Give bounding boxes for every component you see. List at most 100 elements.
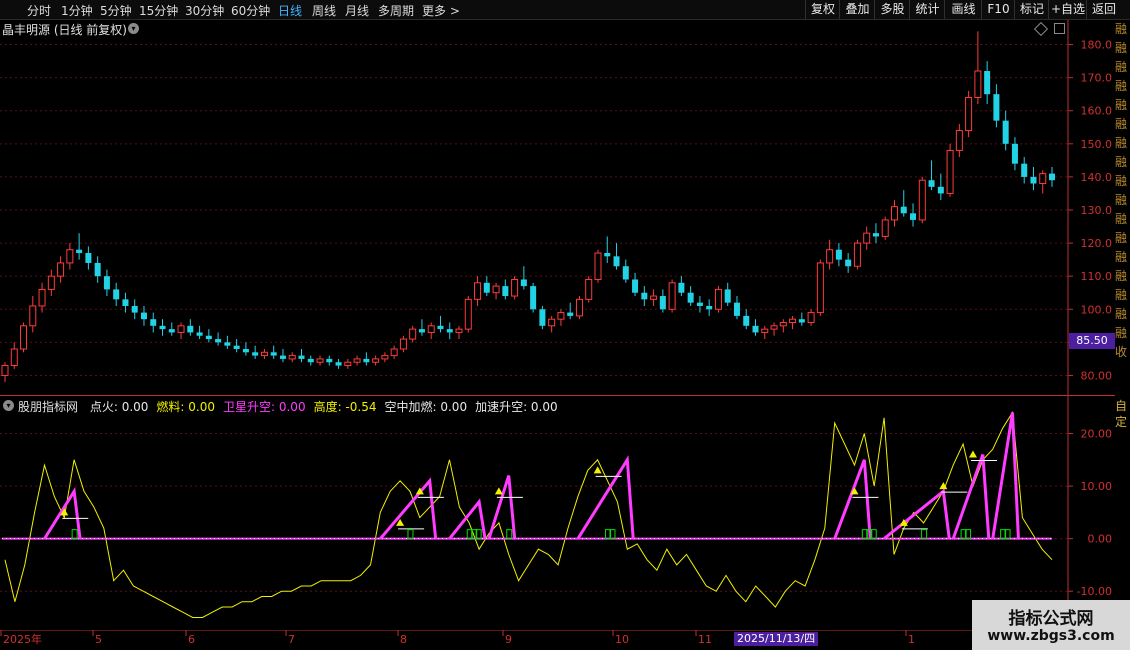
candle-body	[706, 305, 713, 310]
side-char: 融	[1115, 212, 1128, 226]
candle-body	[168, 329, 175, 333]
toolbar-button-4[interactable]: 画线	[944, 0, 982, 19]
top-toolbar: 分时 1分钟 5分钟 15分钟 30分钟 60分钟 日线 周线 月线 多周期 更多 > 复权 叠加 多股统…	[0, 0, 1130, 20]
candle-body	[816, 262, 824, 314]
period-tab-7[interactable]: 周线	[312, 2, 336, 19]
price-tick-label: 150.0	[1081, 138, 1113, 151]
price-tick-label: 80.00	[1081, 369, 1113, 382]
candle-body	[196, 332, 203, 336]
candle-body	[993, 94, 1000, 121]
indicator-tick-label: 10.00	[1081, 480, 1113, 493]
toolbar-button-5[interactable]: F10	[981, 0, 1015, 19]
candle-body	[826, 249, 834, 264]
side-char: 融	[1115, 231, 1128, 245]
side-char: 融	[1115, 136, 1128, 150]
launch-segment	[576, 455, 635, 540]
period-tab-8[interactable]: 月线	[345, 2, 369, 19]
period-tab-4[interactable]: 30分钟	[185, 2, 224, 19]
toolbar-button-1[interactable]: 叠加	[839, 0, 875, 19]
candle-body	[770, 325, 778, 330]
fuel-box	[506, 529, 513, 540]
candle-body	[632, 279, 639, 293]
candle-body	[483, 282, 490, 293]
candle-body	[252, 352, 259, 356]
candle-body	[10, 348, 18, 367]
toolbar-button-2[interactable]: 多股	[874, 0, 910, 19]
candle-body	[140, 312, 147, 320]
candle-body	[585, 278, 593, 300]
candle-body	[29, 305, 37, 327]
candle-body	[1049, 173, 1055, 181]
launch-segment	[991, 412, 1020, 539]
main-price-chart[interactable]: 180.0 170.0 160.0 150.0 140.0 130.0 120.0 110.0…	[0, 20, 1115, 396]
candle-body	[502, 286, 509, 297]
warning-triangle-icon	[494, 487, 503, 495]
candle-body	[316, 358, 324, 363]
period-tab-1[interactable]: 1分钟	[61, 2, 93, 19]
toolbar-button-6[interactable]: 标记	[1014, 0, 1049, 19]
period-tab-5[interactable]: 60分钟	[231, 2, 270, 19]
candle-body	[418, 329, 425, 333]
candle-body	[789, 318, 797, 324]
fuel-box	[921, 529, 928, 540]
price-tick-label: 160.0	[1081, 105, 1113, 118]
candle-body	[604, 253, 611, 257]
candle-body	[103, 276, 110, 290]
side-strip-bottom: 自定	[1115, 398, 1130, 428]
highlight-date-tag: 2025/11/13/四	[734, 632, 819, 646]
candle-body	[307, 358, 314, 363]
candle-body	[464, 298, 472, 330]
indicator-tick-label: -10.00	[1077, 585, 1112, 598]
candle-body	[520, 279, 527, 287]
candle-body	[613, 256, 620, 267]
price-tick-label: 110.0	[1081, 270, 1113, 283]
candle-body	[205, 335, 212, 340]
candle-body	[344, 361, 352, 367]
side-char: 融	[1115, 174, 1128, 188]
candle-body	[650, 295, 658, 300]
toolbar-button-8[interactable]: 返回	[1086, 0, 1121, 19]
candle-body	[233, 345, 240, 349]
period-tab-3[interactable]: 15分钟	[139, 2, 178, 19]
candle-body	[150, 319, 157, 326]
candle-body	[984, 71, 991, 95]
candle-body	[363, 358, 370, 363]
candle-body	[567, 312, 574, 316]
candle-body	[85, 253, 92, 263]
indicator-chart[interactable]: 20.00 10.00 0.00 -10.00	[0, 396, 1115, 630]
period-tab-2[interactable]: 5分钟	[100, 2, 132, 19]
watermark-title: 指标公式网	[1008, 609, 1094, 629]
time-tick-label: 1	[908, 633, 915, 646]
candle-body	[437, 325, 444, 330]
warning-triangle-icon	[593, 466, 602, 474]
side-char: 收	[1115, 345, 1128, 359]
toolbar-button-0[interactable]: 复权	[805, 0, 840, 19]
candle-body	[530, 286, 537, 310]
toolbar-button-7[interactable]: +自选	[1048, 0, 1087, 19]
period-tab-0[interactable]: 分时	[27, 2, 51, 19]
candle-body	[752, 325, 759, 333]
indicator-tick-label: 20.00	[1081, 428, 1113, 441]
candle-body	[539, 309, 546, 326]
candle-body	[557, 312, 565, 320]
candle-body	[47, 275, 55, 290]
fuel-box	[407, 529, 414, 540]
toolbar-button-3[interactable]: 统计	[909, 0, 945, 19]
time-tick-label: 9	[505, 633, 512, 646]
candle-body	[353, 358, 361, 363]
side-char: 融	[1115, 250, 1128, 264]
site-watermark: 指标公式网 www.zbgs3.com	[972, 600, 1130, 650]
candle-body	[724, 289, 731, 303]
candle-body	[946, 149, 954, 194]
period-tab-6[interactable]: 日线	[278, 2, 302, 19]
candle-body	[668, 282, 676, 310]
period-tab-10[interactable]: 更多 >	[422, 2, 460, 19]
candle-body	[372, 358, 380, 363]
side-char: 融	[1115, 60, 1128, 74]
candle-body	[159, 325, 166, 330]
candle-body	[845, 259, 852, 267]
candle-body	[910, 213, 917, 220]
candle-body	[381, 355, 389, 360]
period-tab-9[interactable]: 多周期	[378, 2, 414, 19]
time-tick-label: 6	[188, 633, 195, 646]
